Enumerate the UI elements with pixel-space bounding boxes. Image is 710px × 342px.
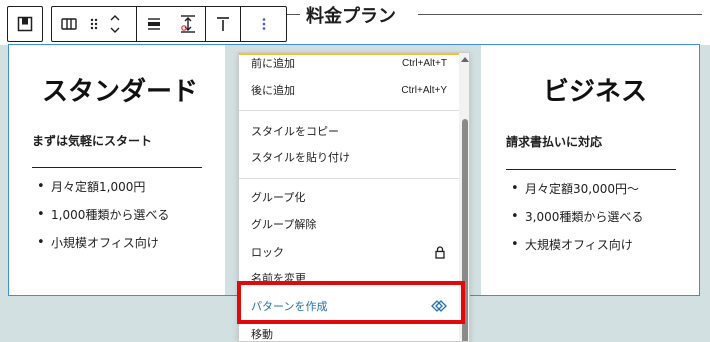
menu-item-insert-after[interactable]: 後に追加 Ctrl+Alt+Y [239,77,459,103]
menu-item-insert-before[interactable]: 前に追加 Ctrl+Alt+T [239,53,459,76]
scroll-up-arrow-icon[interactable] [461,57,469,62]
move-up-down-buttons[interactable] [104,7,126,41]
menu-item-shortcut: Ctrl+Alt+T [401,57,447,69]
card-heading: ビジネス [543,77,648,107]
menu-item-label: スタイルをコピー [251,125,339,138]
list-item: 大規模オフィス向け [509,231,643,259]
title-divider-left [286,14,300,15]
columns-block-button[interactable] [52,7,86,41]
menu-item-label: グループ解除 [251,218,317,231]
list-item: 月々定額1,000円 [35,173,169,201]
menu-item-paste-styles[interactable]: スタイルを貼り付け [239,144,459,170]
move-up-down-icon [110,15,120,33]
card-heading: スタンダード [42,77,199,107]
columns-block-icon [61,18,77,30]
block-toolbar [51,6,287,42]
menu-divider [239,110,459,111]
menu-item-label: スタイルを貼り付け [251,151,350,164]
more-options-button[interactable] [241,7,286,41]
lock-icon [435,245,445,259]
align-button[interactable] [137,7,171,41]
pricing-card-business[interactable]: ビジネス 請求書払いに対応 月々定額30,000円〜 3,000種類から選べる … [481,45,699,295]
card-divider [32,167,202,168]
menu-item-label: ロック [251,246,284,259]
parent-block-toolbar [7,6,43,42]
align-icon [148,18,160,30]
justify-top-button[interactable] [206,7,240,41]
menu-item-lock[interactable]: ロック [239,239,459,265]
menu-item-label: グループ化 [251,191,306,204]
parent-block-icon [17,16,33,32]
feature-list: 月々定額1,000円 1,000種類から選べる 小規模オフィス向け [35,173,169,257]
vertical-align-button[interactable] [171,7,205,41]
feature-list: 月々定額30,000円〜 3,000種類から選べる 大規模オフィス向け [509,175,643,259]
drag-handle[interactable] [86,7,102,41]
menu-item-copy-styles[interactable]: スタイルをコピー [239,118,459,144]
drag-handle-icon [90,18,98,30]
list-item: 月々定額30,000円〜 [509,175,643,203]
list-item: 3,000種類から選べる [509,203,643,231]
menu-item-ungroup[interactable]: グループ解除 [239,211,459,237]
highlight-box [237,281,465,324]
menu-item-shortcut: Ctrl+Alt+Y [401,84,447,96]
justify-top-icon [217,17,229,31]
card-divider [506,169,676,170]
more-options-icon [262,18,265,30]
menu-item-label: 移動 [251,328,273,341]
list-item: 小規模オフィス向け [35,229,169,257]
menu-item-label: 後に追加 [251,84,295,97]
menu-divider [239,178,459,179]
menu-item-move-to[interactable]: 移動 [239,321,459,341]
list-item: 1,000種類から選べる [35,201,169,229]
title-divider-right [418,14,702,15]
pricing-card-standard[interactable]: スタンダード まずは気軽にスタート 月々定額1,000円 1,000種類から選べ… [9,45,225,295]
card-lead: 請求書払いに対応 [506,135,603,149]
menu-item-label: 前に追加 [251,57,295,70]
menu-item-group[interactable]: グループ化 [239,184,459,210]
vertical-align-icon [181,15,195,33]
parent-block-button[interactable] [8,7,42,41]
section-title: 料金プラン [306,6,396,27]
card-lead: まずは気軽にスタート [32,134,153,148]
